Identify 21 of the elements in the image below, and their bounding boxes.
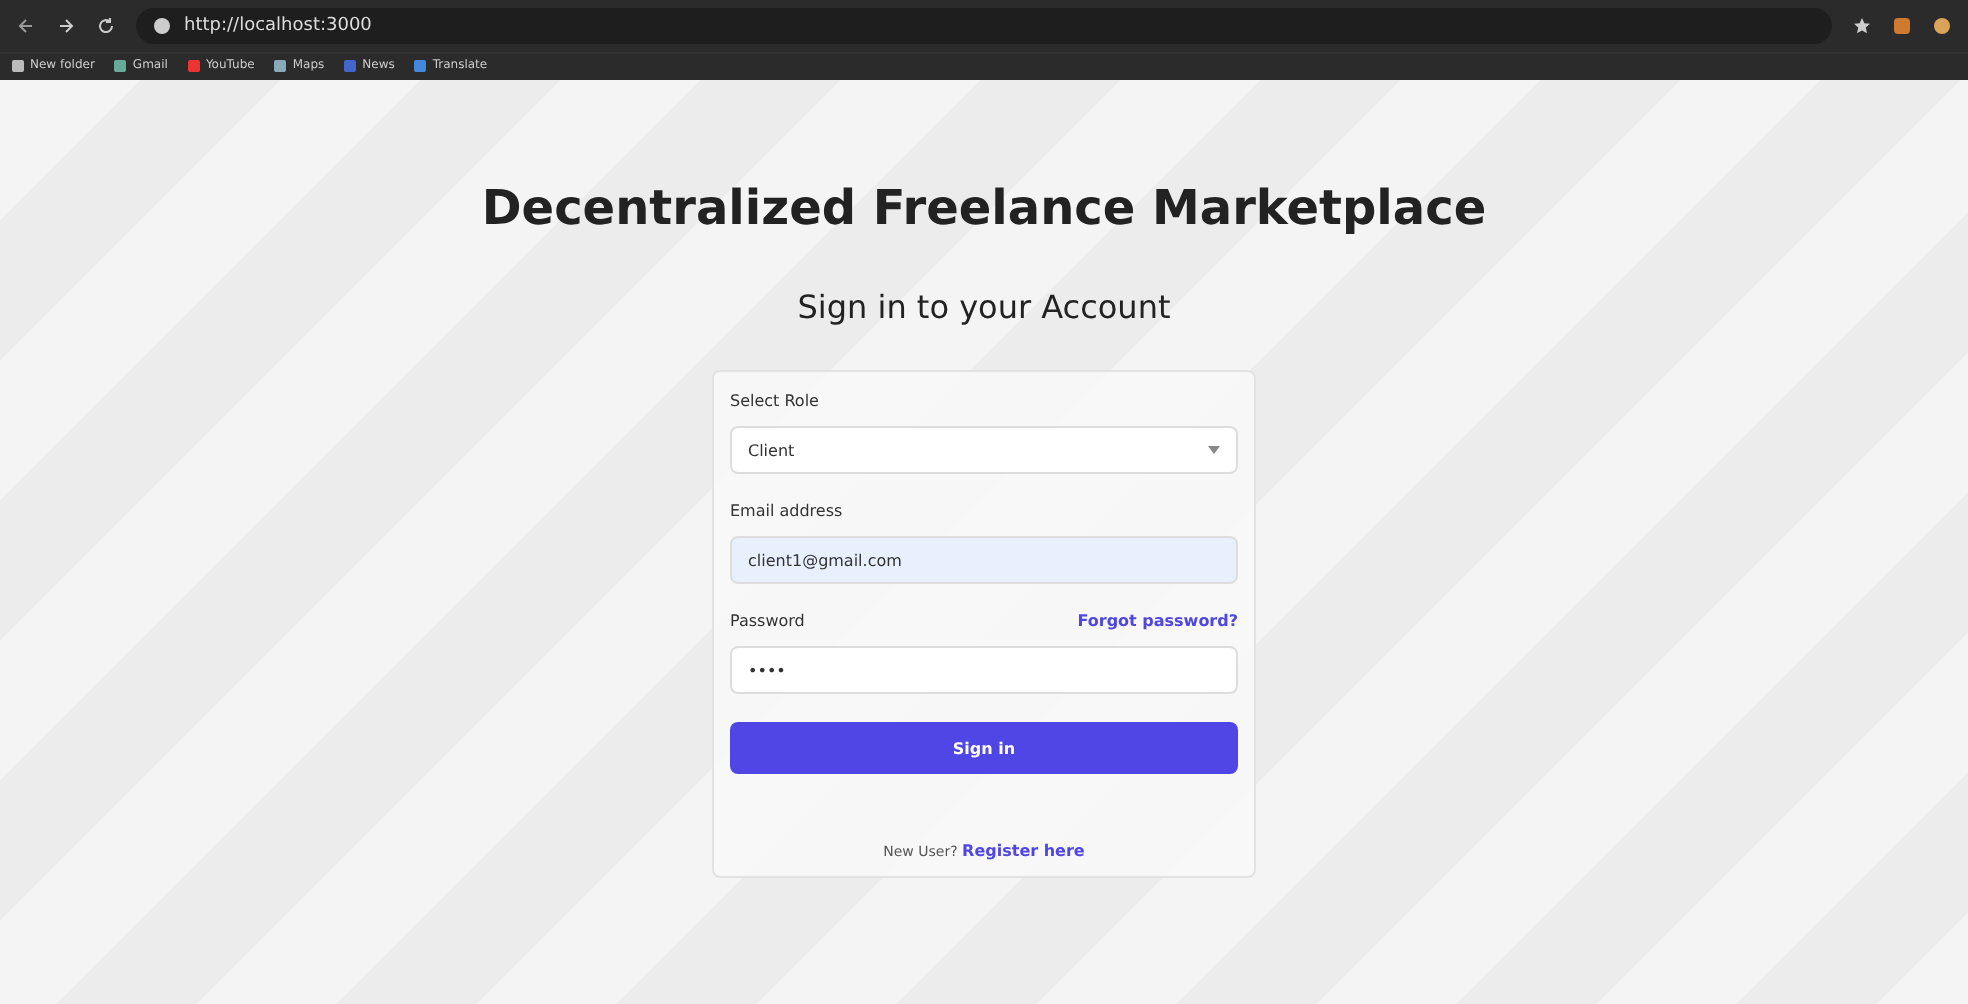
email-field[interactable]: client1@gmail.com bbox=[730, 536, 1238, 584]
field-label: Select Role bbox=[730, 392, 821, 410]
back-icon[interactable] bbox=[16, 16, 36, 36]
profile-icon[interactable] bbox=[1932, 16, 1952, 36]
extension-icon[interactable] bbox=[1892, 16, 1912, 36]
page-title: Decentralized Freelance Marketplace bbox=[481, 180, 1487, 236]
form-heading: Sign in to your Account bbox=[797, 288, 1171, 326]
field-label: Password bbox=[730, 612, 805, 630]
address-bar[interactable]: http://localhost:3000 bbox=[136, 8, 1832, 44]
password-field[interactable]: •••• bbox=[730, 646, 1238, 694]
field-label: Email address bbox=[730, 502, 845, 520]
forgot-password-link[interactable]: Forgot password? bbox=[1077, 612, 1238, 630]
role-select[interactable]: Client bbox=[730, 426, 1238, 474]
url-text: http://localhost:3000 bbox=[184, 16, 372, 36]
chevron-down-icon bbox=[1208, 446, 1220, 454]
forward-icon[interactable] bbox=[56, 16, 76, 36]
register-link[interactable]: Register here bbox=[962, 842, 1085, 860]
site-info-icon[interactable] bbox=[152, 16, 172, 36]
sign-in-button[interactable]: Sign in bbox=[730, 722, 1238, 774]
reload-icon[interactable] bbox=[96, 16, 116, 36]
star-icon[interactable] bbox=[1852, 16, 1872, 36]
